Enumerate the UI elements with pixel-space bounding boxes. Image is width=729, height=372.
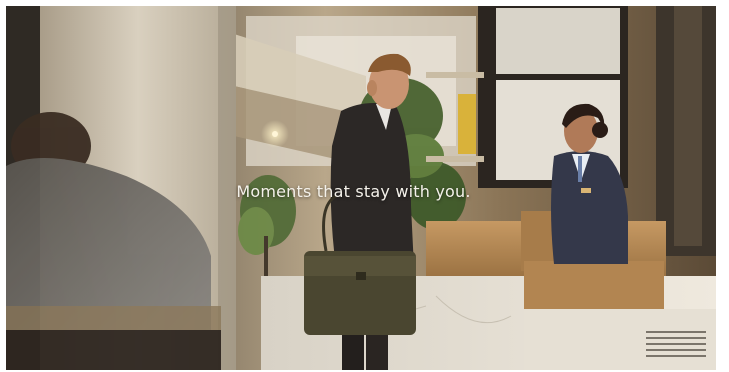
video-frame[interactable]: Moments that stay with you.: [6, 6, 716, 370]
video-caption: Moments that stay with you.: [236, 182, 471, 201]
